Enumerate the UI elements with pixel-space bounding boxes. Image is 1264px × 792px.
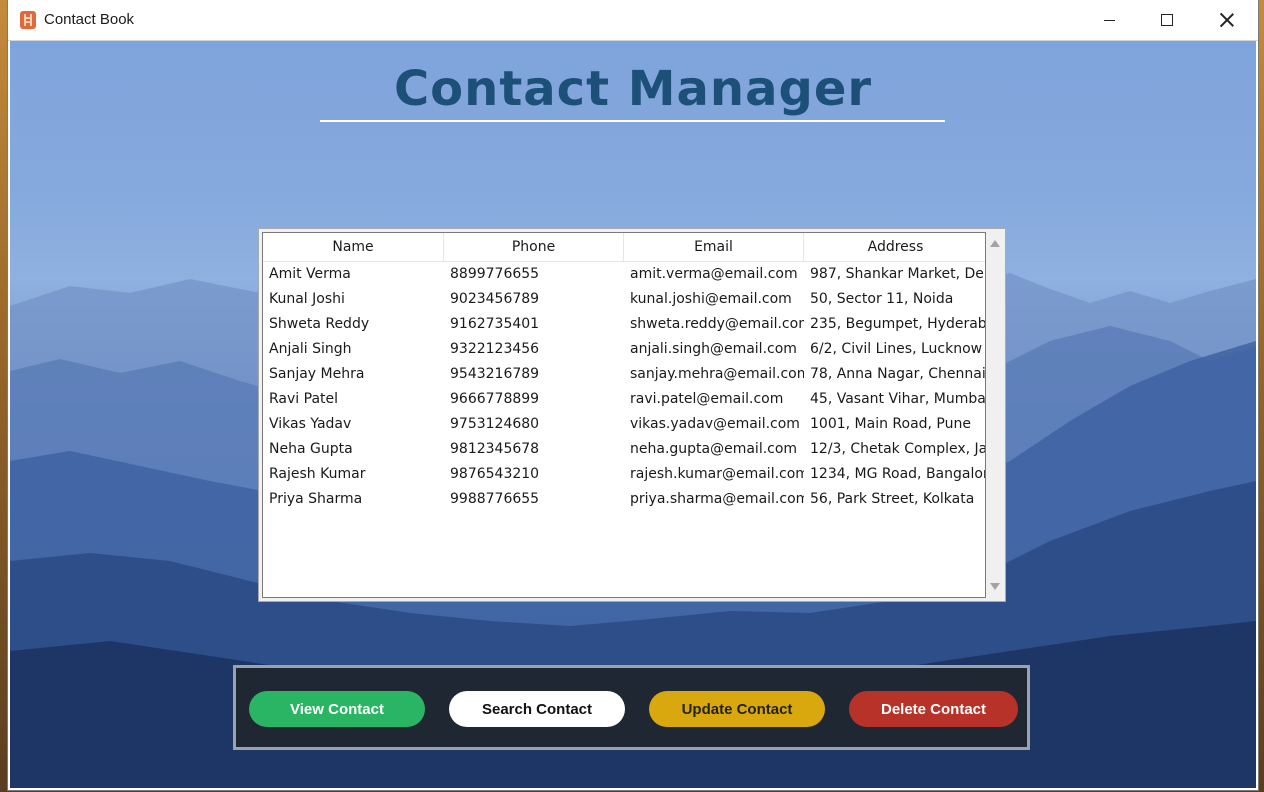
cell-address: 12/3, Chetak Complex, Jai bbox=[810, 441, 986, 457]
delete-contact-button[interactable]: Delete Contact bbox=[849, 691, 1018, 727]
close-button[interactable] bbox=[1198, 0, 1256, 40]
cell-address: 50, Sector 11, Noida bbox=[810, 291, 954, 307]
cell-name: Neha Gupta bbox=[269, 441, 353, 457]
cell-name: Amit Verma bbox=[269, 266, 351, 282]
table-row[interactable]: Vikas Yadav 9753124680 vikas.yadav@email.c… bbox=[263, 412, 985, 437]
table-row[interactable]: Rajesh Kumar 9876543210 rajesh.kumar@email… bbox=[263, 462, 986, 487]
title-underline bbox=[320, 120, 945, 122]
cell-name: Anjali Singh bbox=[269, 341, 352, 357]
cell-phone: 9543216789 bbox=[450, 366, 540, 382]
table-scrollbar[interactable] bbox=[986, 232, 1003, 598]
cell-phone: 9666778899 bbox=[450, 391, 540, 407]
cell-name: Rajesh Kumar bbox=[269, 466, 366, 482]
column-header-phone[interactable]: Phone bbox=[444, 233, 624, 261]
column-header-address[interactable]: Address bbox=[804, 233, 985, 261]
cell-phone: 9322123456 bbox=[450, 341, 540, 357]
cell-name: Ravi Patel bbox=[269, 391, 339, 407]
cell-phone: 9812345678 bbox=[450, 441, 540, 457]
cell-phone: 9162735401 bbox=[450, 316, 540, 332]
page-title: Contact Manager bbox=[393, 61, 873, 117]
cell-email: neha.gupta@email.com bbox=[630, 441, 798, 457]
cell-email: sanjay.mehra@email.com bbox=[630, 366, 804, 382]
title-bar[interactable]: Contact Book bbox=[8, 0, 1258, 41]
cell-email: kunal.joshi@email.com bbox=[630, 291, 792, 307]
window-title: Contact Book bbox=[44, 11, 135, 28]
table-row[interactable]: Neha Gupta 9812345678 neha.gupta@email.com… bbox=[263, 437, 986, 462]
table-row[interactable]: Anjali Singh 9322123456 anjali.singh@email… bbox=[263, 337, 985, 362]
cell-name: Kunal Joshi bbox=[269, 291, 345, 307]
cell-name: Sanjay Mehra bbox=[269, 366, 365, 382]
cell-name: Shweta Reddy bbox=[269, 316, 370, 332]
cell-phone: 9876543210 bbox=[450, 466, 540, 482]
column-header-email[interactable]: Email bbox=[624, 233, 804, 261]
table-row[interactable]: Shweta Reddy 9162735401 shweta.reddy@email… bbox=[263, 312, 986, 337]
update-contact-button[interactable]: Update Contact bbox=[649, 691, 825, 727]
cell-address: 1001, Main Road, Pune bbox=[810, 416, 971, 432]
cell-name: Priya Sharma bbox=[269, 491, 363, 507]
cell-email: ravi.patel@email.com bbox=[630, 391, 784, 407]
cell-email: amit.verma@email.com bbox=[630, 266, 798, 282]
app-window: Contact Book Contact Manager Name Phone bbox=[8, 0, 1258, 790]
cell-name: Vikas Yadav bbox=[269, 416, 352, 432]
table-row[interactable]: Priya Sharma 9988776655 priya.sharma@email… bbox=[263, 487, 985, 512]
maximize-icon bbox=[1161, 14, 1173, 26]
cell-phone: 9988776655 bbox=[450, 491, 540, 507]
contacts-table-frame: Name Phone Email Address Amit Verma 88997… bbox=[258, 228, 1006, 602]
table-row[interactable]: Amit Verma 8899776655 amit.verma@email.com… bbox=[263, 262, 986, 287]
cell-email: anjali.singh@email.com bbox=[630, 341, 797, 357]
cell-address: 45, Vasant Vihar, Mumbai bbox=[810, 391, 986, 407]
cell-email: rajesh.kumar@email.com bbox=[630, 466, 804, 482]
close-icon bbox=[1220, 13, 1234, 27]
button-panel: View Contact Search Contact Update Conta… bbox=[233, 665, 1030, 750]
maximize-button[interactable] bbox=[1138, 0, 1196, 40]
cell-address: 56, Park Street, Kolkata bbox=[810, 491, 975, 507]
cell-phone: 9023456789 bbox=[450, 291, 540, 307]
table-row[interactable]: Kunal Joshi 9023456789 kunal.joshi@email.c… bbox=[263, 287, 985, 312]
cell-address: 6/2, Civil Lines, Lucknow bbox=[810, 341, 983, 357]
cell-phone: 8899776655 bbox=[450, 266, 540, 282]
table-row[interactable]: Ravi Patel 9666778899 ravi.patel@email.com… bbox=[263, 387, 986, 412]
column-header-name[interactable]: Name bbox=[263, 233, 444, 261]
search-contact-button[interactable]: Search Contact bbox=[449, 691, 625, 727]
cell-address: 1234, MG Road, Bangalore bbox=[810, 466, 986, 482]
minimize-icon bbox=[1103, 19, 1115, 21]
contacts-table[interactable]: Name Phone Email Address Amit Verma 88997… bbox=[262, 232, 986, 598]
table-header: Name Phone Email Address bbox=[263, 233, 985, 262]
address-book-icon bbox=[20, 11, 36, 29]
view-contact-button[interactable]: View Contact bbox=[249, 691, 425, 727]
cell-email: vikas.yadav@email.com bbox=[630, 416, 800, 432]
cell-phone: 9753124680 bbox=[450, 416, 540, 432]
cell-email: priya.sharma@email.com bbox=[630, 491, 804, 507]
scroll-down-arrow-icon[interactable] bbox=[990, 583, 1000, 590]
cell-email: shweta.reddy@email.com bbox=[630, 316, 804, 332]
cell-address: 987, Shankar Market, Delh bbox=[810, 266, 986, 282]
cell-address: 235, Begumpet, Hyderaba bbox=[810, 316, 986, 332]
main-area: Contact Manager Name Phone Email Address… bbox=[10, 41, 1256, 788]
scroll-up-arrow-icon[interactable] bbox=[990, 240, 1000, 247]
table-row[interactable]: Sanjay Mehra 9543216789 sanjay.mehra@email… bbox=[263, 362, 986, 387]
cell-address: 78, Anna Nagar, Chennai bbox=[810, 366, 986, 382]
minimize-button[interactable] bbox=[1080, 0, 1138, 40]
